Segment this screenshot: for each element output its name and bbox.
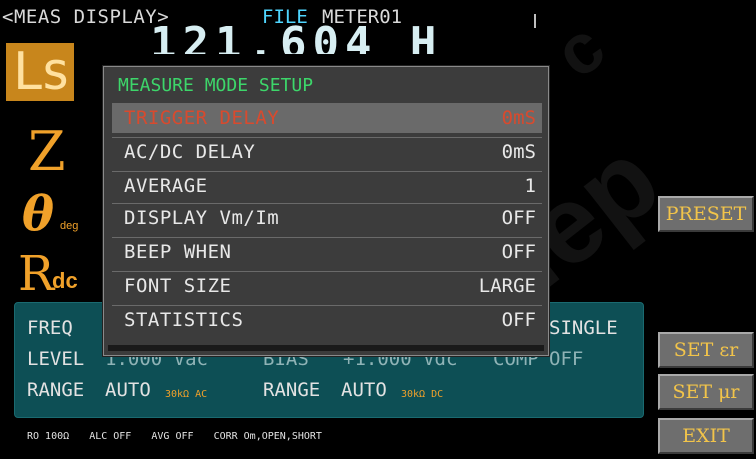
range-ac-unit: 30kΩ AC bbox=[165, 389, 208, 400]
range-dc-value[interactable]: AUTO bbox=[341, 379, 387, 401]
param-theta[interactable]: θ bbox=[22, 190, 54, 238]
row-value: 0mS bbox=[501, 107, 536, 129]
measure-mode-setup-dialog: MEASURE MODE SETUP TRIGGER DELAY 0mS AC/… bbox=[103, 66, 549, 356]
status-ro: RO 100Ω bbox=[27, 431, 70, 442]
set-ur-button[interactable]: SET μr bbox=[658, 374, 754, 410]
row-label: DISPLAY Vm/Im bbox=[124, 207, 280, 229]
param-primary-ls[interactable]: Ls bbox=[6, 43, 74, 101]
row-value: 0mS bbox=[501, 141, 536, 163]
dialog-bottom-bar bbox=[108, 345, 544, 351]
status-alc: ALC OFF bbox=[89, 431, 132, 442]
row-label: STATISTICS bbox=[124, 309, 244, 331]
status-corr: CORR Om,OPEN,SHORT bbox=[213, 431, 322, 442]
level-label[interactable]: LEVEL bbox=[27, 348, 84, 370]
row-value: 1 bbox=[524, 175, 536, 197]
row-display-vm-im[interactable]: DISPLAY Vm/Im OFF bbox=[112, 203, 542, 233]
row-average[interactable]: AVERAGE 1 bbox=[112, 171, 542, 201]
row-font-size[interactable]: FONT SIZE LARGE bbox=[112, 271, 542, 301]
row-label: TRIGGER DELAY bbox=[124, 107, 280, 129]
row-label: FONT SIZE bbox=[124, 275, 232, 297]
status-avg: AVG OFF bbox=[151, 431, 194, 442]
row-value: OFF bbox=[501, 309, 536, 331]
screen-title: <MEAS DISPLAY> bbox=[2, 6, 170, 28]
row-trigger-delay[interactable]: TRIGGER DELAY 0mS bbox=[112, 103, 542, 133]
range-ac-label[interactable]: RANGE bbox=[27, 379, 84, 401]
preset-button[interactable]: PRESET bbox=[658, 196, 754, 232]
dialog-title: MEASURE MODE SETUP bbox=[118, 75, 314, 96]
row-value: OFF bbox=[501, 207, 536, 229]
param-secondary-z[interactable]: Z bbox=[28, 125, 66, 179]
status-bar: RO 100Ω ALC OFF AVG OFF CORR Om,OPEN,SHO… bbox=[27, 431, 336, 442]
comp-value[interactable]: OFF bbox=[549, 348, 583, 370]
row-label: AVERAGE bbox=[124, 175, 208, 197]
cursor-marker bbox=[534, 14, 536, 28]
exit-button[interactable]: EXIT bbox=[658, 418, 754, 454]
row-label: AC/DC DELAY bbox=[124, 141, 256, 163]
param-rdc[interactable]: R bbox=[18, 250, 54, 298]
range-ac-value[interactable]: AUTO bbox=[105, 379, 151, 401]
param-theta-unit: deg bbox=[60, 220, 79, 232]
range-dc-label[interactable]: RANGE bbox=[263, 379, 320, 401]
watermark-small: c bbox=[540, 7, 619, 93]
main-measurement-value: 121.604 H bbox=[150, 22, 443, 54]
freq-label[interactable]: FREQ bbox=[27, 317, 73, 339]
row-beep-when[interactable]: BEEP WHEN OFF bbox=[112, 237, 542, 267]
row-value: OFF bbox=[501, 241, 536, 263]
row-label: BEEP WHEN bbox=[124, 241, 232, 263]
set-er-button[interactable]: SET εr bbox=[658, 332, 754, 368]
row-value: LARGE bbox=[478, 275, 536, 297]
param-rdc-sub: dc bbox=[52, 268, 78, 293]
row-statistics[interactable]: STATISTICS OFF bbox=[112, 305, 542, 335]
range-dc-unit: 30kΩ DC bbox=[401, 389, 444, 400]
trigger-mode-value[interactable]: SINGLE bbox=[549, 317, 618, 339]
row-ac-dc-delay[interactable]: AC/DC DELAY 0mS bbox=[112, 137, 542, 167]
